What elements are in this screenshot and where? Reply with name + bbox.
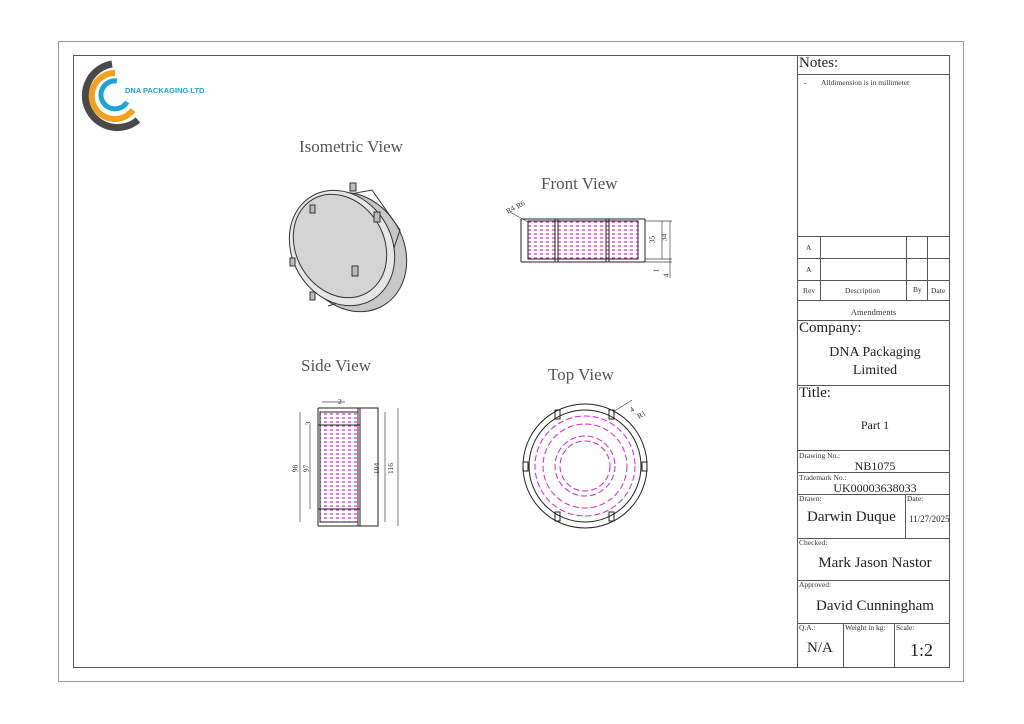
approved-by-value: David Cunningham <box>816 598 934 614</box>
title-value: Part 1 <box>860 418 890 432</box>
date-value: 11/27/2025 <box>909 514 950 524</box>
dim-side-2: 2 <box>338 397 342 406</box>
isometric-view-title: Isometric View <box>299 137 403 156</box>
rev-header-date: Date <box>931 286 946 295</box>
dim-front-1: 1 <box>651 268 661 273</box>
rev-header-description: Description <box>845 286 880 295</box>
title-label: Title: <box>799 385 831 401</box>
title-block <box>797 55 951 668</box>
notes-text: Alldimension is in millimeter <box>821 78 910 87</box>
amendments-label: Amendments <box>850 307 897 317</box>
rev-row-2: A <box>806 265 812 274</box>
isometric-view-drawing <box>288 182 408 313</box>
notes-label: Notes: <box>799 55 839 71</box>
company-name-line2: Limited <box>852 363 898 378</box>
side-view-drawing <box>299 401 399 527</box>
front-view-drawing <box>509 211 672 278</box>
rev-header-by: By <box>913 285 922 294</box>
dim-side-116: 116 <box>385 463 395 474</box>
company-name-line1: DNA Packaging <box>829 345 921 360</box>
qa-label: Q.A.: <box>799 623 816 632</box>
dim-front-35: 35 <box>647 235 657 244</box>
rev-header-rev: Rev <box>803 286 816 295</box>
dim-side-98: 98 <box>290 464 300 473</box>
dim-front-4: 4 <box>661 273 671 278</box>
dim-side-104: 104 <box>372 462 382 475</box>
checked-label: Checked: <box>799 538 828 547</box>
logo-text: DNA PACKAGING LTD <box>125 86 205 95</box>
company-label: Company: <box>799 320 862 336</box>
front-view-title: Front View <box>541 174 618 193</box>
company-logo <box>81 60 141 132</box>
scale-value: 1:2 <box>910 640 934 660</box>
top-view-title: Top View <box>548 365 614 384</box>
rev-row-1: A <box>806 243 812 252</box>
weight-label: Weight in kg: <box>845 623 886 632</box>
qa-value: N/A <box>807 640 833 656</box>
approved-label: Approved: <box>799 580 832 589</box>
drawn-label: Drawn: <box>799 494 822 503</box>
dim-side-3: 3 <box>303 421 313 426</box>
side-view-title: Side View <box>301 356 371 375</box>
checked-by-value: Mark Jason Nastor <box>818 555 932 571</box>
dim-side-97: 97 <box>301 464 311 473</box>
date-label: Date: <box>907 494 924 503</box>
dim-front-34: 34 <box>659 233 669 242</box>
top-view-drawing <box>522 399 648 529</box>
scale-label: Scale: <box>896 623 915 632</box>
drawn-by-value: Darwin Duque <box>807 509 896 525</box>
notes-bullet: - <box>804 78 807 87</box>
